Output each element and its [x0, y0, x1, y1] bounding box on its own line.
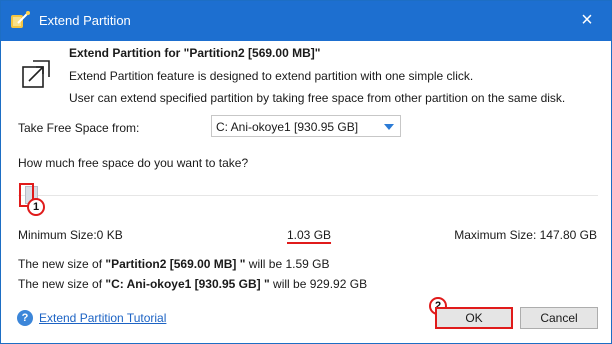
help-icon[interactable]: ? [17, 310, 33, 326]
description-line-1: Extend Partition feature is designed to … [69, 69, 474, 83]
result1-prefix: The new size of [18, 257, 106, 271]
new-size-c-drive: The new size of "C: Ani-okoye1 [930.95 G… [18, 277, 367, 291]
result2-suffix: will be 929.92 GB [269, 277, 368, 291]
size-slider-track[interactable] [18, 195, 598, 196]
result2-name: "C: Ani-okoye1 [930.95 GB] " [105, 277, 270, 291]
source-partition-value: C: Ani-okoye1 [930.95 GB] [216, 120, 359, 134]
ok-button[interactable]: OK [435, 307, 513, 329]
cancel-button[interactable]: Cancel [520, 307, 598, 329]
result1-suffix: will be 1.59 GB [245, 257, 330, 271]
result1-name: "Partition2 [569.00 MB] " [105, 257, 246, 271]
dialog-heading: Extend Partition for "Partition2 [569.00… [69, 46, 321, 60]
result2-prefix: The new size of [18, 277, 106, 291]
title-bar: Extend Partition × [1, 1, 611, 41]
dropdown-arrow-icon[interactable] [384, 124, 394, 130]
annotation-badge-1: 1 [27, 198, 45, 216]
extend-partition-tutorial-link[interactable]: Extend Partition Tutorial [39, 311, 166, 325]
window-title: Extend Partition [39, 13, 131, 28]
app-wand-icon [11, 11, 30, 28]
description-line-2: User can extend specified partition by t… [69, 91, 566, 105]
minimum-size-label: Minimum Size:0 KB [18, 228, 123, 242]
extend-partition-icon [22, 60, 50, 88]
source-partition-select[interactable]: C: Ani-okoye1 [930.95 GB] [211, 115, 401, 137]
maximum-size-label: Maximum Size: 147.80 GB [454, 228, 597, 242]
current-size-value: 1.03 GB [287, 228, 332, 242]
take-free-space-label: Take Free Space from: [18, 121, 140, 135]
free-space-question: How much free space do you want to take? [18, 156, 249, 170]
close-icon[interactable]: × [577, 10, 597, 31]
new-size-partition2: The new size of "Partition2 [569.00 MB] … [18, 257, 330, 271]
extend-partition-dialog: Extend Partition × Extend Partition for … [0, 0, 612, 344]
